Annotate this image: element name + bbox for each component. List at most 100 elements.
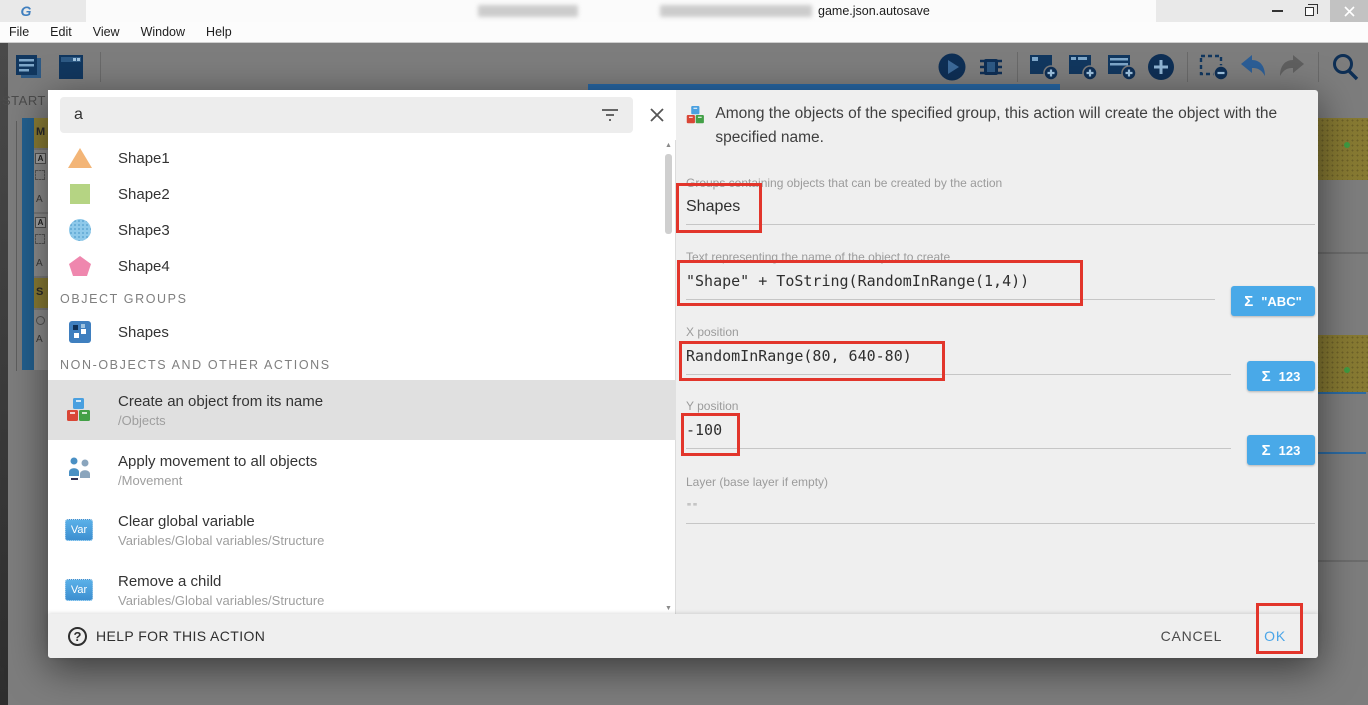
redo-icon[interactable] (1275, 50, 1309, 84)
sigma-icon: Σ (1244, 293, 1253, 310)
redo-icon (1277, 53, 1307, 81)
event-separator (1310, 252, 1368, 254)
toolbar-separator (1318, 52, 1319, 82)
green-dot (1344, 142, 1350, 148)
variable-icon: Var (64, 515, 94, 545)
event-row: A (34, 310, 48, 370)
number-expression-button[interactable]: Σ 123 (1247, 361, 1315, 391)
create-object-icon (64, 395, 94, 425)
dialog-close-button[interactable] (646, 104, 668, 126)
action-path: /Movement (118, 473, 317, 488)
layer-value: "" (686, 502, 698, 527)
filter-icon[interactable] (601, 108, 619, 122)
search-bar: a (48, 90, 676, 140)
search-icon (1330, 52, 1360, 82)
event-letter: A (36, 334, 43, 345)
event-separator (1310, 560, 1368, 562)
title-bar: game.json.autosave (0, 0, 1368, 22)
window-title: game.json.autosave (818, 4, 930, 18)
remove-event-icon[interactable] (1197, 50, 1231, 84)
layer-input[interactable]: "" (686, 497, 1315, 524)
event-header: S (34, 278, 48, 308)
expression-button-label: 123 (1279, 369, 1301, 384)
scroll-down-icon[interactable]: ▼ (664, 605, 673, 612)
string-expression-button[interactable]: Σ "ABC" (1231, 286, 1315, 316)
scene-editor-icon (57, 53, 85, 81)
play-icon[interactable] (935, 50, 969, 84)
sigma-icon: Σ (1262, 368, 1271, 385)
list-item-action[interactable]: Var Clear global variable Variables/Glob… (48, 500, 676, 560)
scroll-up-icon[interactable]: ▲ (664, 142, 673, 149)
annotation-box-ok-button (1256, 603, 1303, 654)
help-icon (68, 627, 87, 646)
object-label: Shape3 (118, 222, 170, 239)
list-item-group[interactable]: Shapes (48, 314, 676, 350)
window-tab (86, 0, 1156, 22)
add-subevent-icon[interactable] (1066, 50, 1100, 84)
expression-button-label: "ABC" (1261, 294, 1302, 309)
background-right-column (1310, 90, 1368, 705)
remove-event-icon (1198, 52, 1230, 82)
minimize-button[interactable] (1262, 0, 1292, 22)
list-item-action[interactable]: Apply movement to all objects /Movement (48, 440, 676, 500)
events-sheet-icon[interactable] (12, 50, 46, 84)
section-header-object-groups: OBJECT GROUPS (48, 284, 676, 314)
debug-icon (976, 52, 1006, 82)
action-title: Clear global variable (118, 513, 324, 530)
list-item-object[interactable]: Shape4 (48, 248, 676, 284)
action-list-pane: a Shape1 Shape2 Shape3 (48, 90, 676, 614)
list-item-object[interactable]: Shape3 (48, 212, 676, 248)
object-label: Shape4 (118, 258, 170, 275)
close-window-button[interactable] (1330, 0, 1368, 22)
condition-circle-icon (36, 316, 45, 325)
list-item-action[interactable]: Var Remove a child Variables/Global vari… (48, 560, 676, 614)
menu-edit[interactable]: Edit (50, 25, 72, 39)
add-comment-icon[interactable] (1105, 50, 1139, 84)
help-button[interactable]: HELP FOR THIS ACTION (68, 627, 265, 646)
dialog-footer: HELP FOR THIS ACTION CANCEL OK (48, 614, 1318, 658)
field-y-position: Y position -100 Σ 123 (686, 399, 1315, 465)
add-circle-icon[interactable] (1144, 50, 1178, 84)
menu-window[interactable]: Window (141, 25, 185, 39)
main-toolbar (8, 46, 1368, 88)
field-label: Layer (base layer if empty) (686, 475, 1315, 489)
list-item-action-selected[interactable]: Create an object from its name /Objects (48, 380, 676, 440)
object-label: Shape2 (118, 186, 170, 203)
restore-button[interactable] (1294, 0, 1324, 22)
search-input[interactable]: a (60, 97, 633, 133)
search-icon[interactable] (1328, 50, 1362, 84)
number-expression-button[interactable]: Σ 123 (1247, 435, 1315, 465)
field-label: Y position (686, 399, 1315, 413)
list-scrollbar[interactable]: ▲ ▼ (664, 142, 673, 612)
list-item-object[interactable]: Shape1 (48, 140, 676, 176)
selected-event-outline (1310, 392, 1366, 454)
menu-view[interactable]: View (93, 25, 120, 39)
undo-icon[interactable] (1236, 50, 1270, 84)
action-title: Apply movement to all objects (118, 453, 317, 470)
group-input[interactable]: Shapes (686, 198, 1315, 225)
y-position-input[interactable]: -100 (686, 421, 1231, 449)
toolbar-separator (1187, 52, 1188, 82)
menu-file[interactable]: File (9, 25, 29, 39)
cancel-button[interactable]: CANCEL (1161, 628, 1223, 644)
description-text: Among the objects of the specified group… (715, 102, 1310, 150)
field-label: X position (686, 325, 1315, 339)
event-row: A A (34, 150, 48, 212)
field-group: Groups containing objects that can be cr… (686, 176, 1315, 225)
scrollbar-thumb[interactable] (665, 154, 672, 234)
action-path: Variables/Global variables/Structure (118, 593, 324, 608)
list-item-object[interactable]: Shape2 (48, 176, 676, 212)
event-header: M (34, 118, 48, 148)
add-event-icon[interactable] (1027, 50, 1061, 84)
add-comment-icon (1106, 52, 1138, 82)
field-label: Groups containing objects that can be cr… (686, 176, 1315, 190)
scene-editor-icon[interactable] (54, 50, 88, 84)
circle-shape-icon (68, 218, 92, 242)
restore-icon (1305, 7, 1314, 16)
action-path: /Objects (118, 413, 323, 428)
debug-icon[interactable] (974, 50, 1008, 84)
sigma-icon: Σ (1262, 442, 1271, 459)
menu-help[interactable]: Help (206, 25, 232, 39)
close-icon (649, 107, 665, 123)
menu-bar: File Edit View Window Help (0, 22, 1368, 43)
